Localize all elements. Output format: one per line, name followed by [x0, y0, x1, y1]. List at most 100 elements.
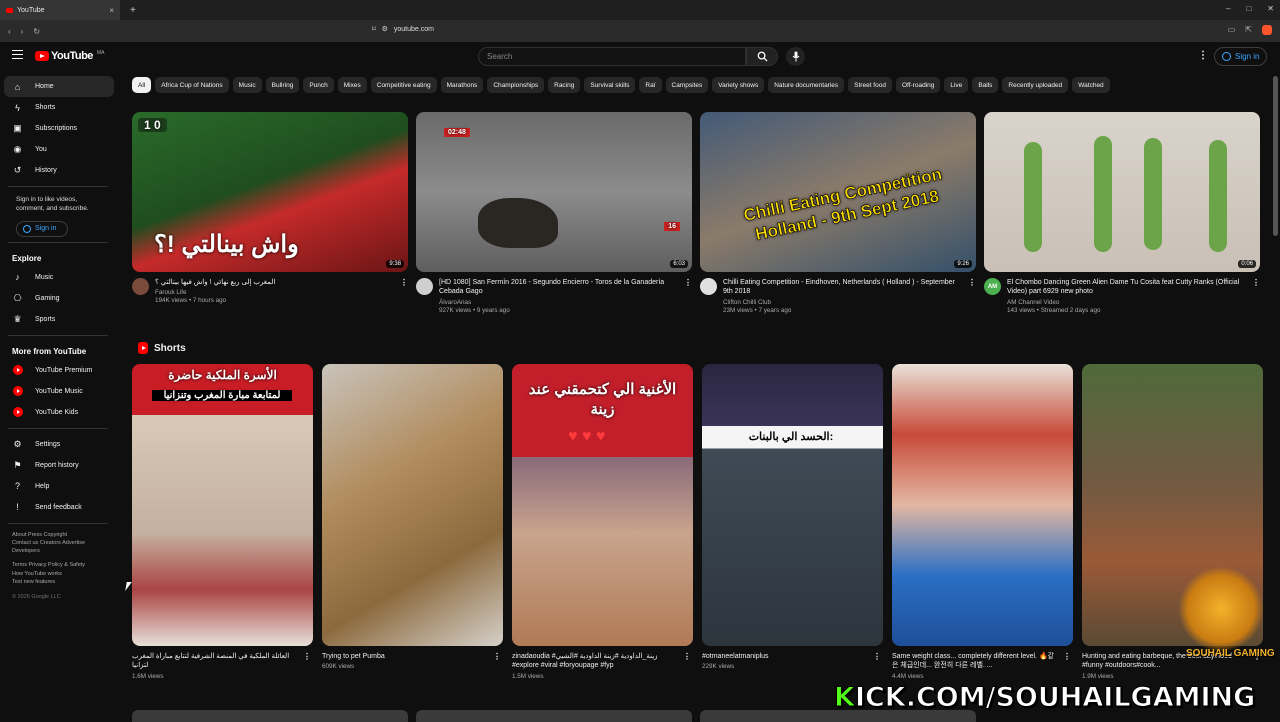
short-title[interactable]: العائلة الملكية في المنصة الشرفية لتتابع… — [132, 653, 289, 669]
footer-link-row[interactable]: About Press Copyright — [12, 531, 106, 539]
share-icon[interactable]: ⇱ — [1245, 25, 1252, 35]
minimize-button[interactable]: – — [1226, 4, 1230, 13]
tab-close-button[interactable]: × — [109, 6, 114, 15]
chip[interactable]: Nature documentaries — [768, 77, 845, 93]
video-thumbnail[interactable] — [416, 710, 692, 722]
sidebar-item-youtube-music[interactable]: YouTube Music — [4, 381, 114, 402]
chip[interactable]: Africa Cup of Nations — [155, 77, 229, 93]
more-actions-icon[interactable]: ⋮ — [400, 278, 408, 287]
chip[interactable]: Marathons — [440, 77, 484, 93]
channel-name[interactable]: AM Channel Video — [1007, 299, 1260, 306]
chip[interactable]: Campsites — [665, 77, 709, 93]
url-field[interactable]: ⌑ ⚙ youtube.com — [372, 25, 434, 34]
page-scrollbar[interactable] — [1273, 76, 1278, 236]
sidebar-item-history[interactable]: ↺ History — [4, 160, 114, 181]
short-title[interactable]: Trying to pet Pumba — [322, 653, 385, 660]
video-title[interactable]: المغرب إلى ربع نهائي ! واش فيها بينالتي … — [155, 278, 408, 287]
sidebar-item-home[interactable]: ⌂ Home — [4, 76, 114, 97]
settings-more-icon[interactable]: ⋮ — [1198, 50, 1208, 61]
channel-avatar[interactable] — [416, 278, 433, 295]
chip[interactable]: Championships — [487, 77, 545, 93]
sign-in-button[interactable]: Sign in — [1214, 47, 1268, 66]
short-card[interactable]: Trying to pet Pumba ⋮ 609K views — [322, 364, 503, 680]
footer-link-row[interactable]: Developers — [12, 547, 106, 555]
bookmark-icon[interactable]: ⌑ — [372, 25, 376, 33]
chip[interactable]: Racing — [548, 77, 581, 93]
video-thumbnail[interactable]: 1 0 واش بينالتي !؟ 9:38 — [132, 112, 408, 272]
short-card[interactable]: الأسرة الملكية حاضرة لمتابعة مبارة المغر… — [132, 364, 313, 680]
brave-shield-icon[interactable] — [1262, 25, 1272, 35]
more-actions-icon[interactable]: ⋮ — [493, 652, 501, 663]
more-actions-icon[interactable]: ⋮ — [684, 278, 692, 287]
sidebar-item-youtube-kids[interactable]: YouTube Kids — [4, 402, 114, 423]
video-thumbnail[interactable]: Chilli Eating Competition Holland - 9th … — [700, 112, 976, 272]
short-card[interactable]: الحسد الي بالبنات: #otmaneelatmaniplus ⋮ … — [702, 364, 883, 680]
voice-search-button[interactable] — [786, 47, 805, 66]
short-card[interactable]: Same weight class... completely differen… — [892, 364, 1073, 680]
chip[interactable]: Bullring — [265, 77, 300, 93]
video-thumbnail[interactable]: 02:48 16 6:03 — [416, 112, 692, 272]
chip[interactable]: Competitive eating — [370, 77, 437, 93]
search-input[interactable]: Search — [478, 47, 746, 66]
sidebar-sign-in-button[interactable]: Sign in — [16, 220, 68, 237]
sidebar-item-sports[interactable]: ♛ Sports — [4, 309, 114, 330]
chip[interactable]: Off-roading — [895, 77, 941, 93]
more-actions-icon[interactable]: ⋮ — [1252, 278, 1260, 287]
short-title[interactable]: Same weight class... completely differen… — [892, 653, 1054, 669]
more-actions-icon[interactable]: ⋮ — [873, 652, 881, 663]
chip[interactable]: Variety shows — [712, 77, 765, 93]
chip[interactable]: Mixes — [337, 77, 367, 93]
sidebar-item-help[interactable]: ? Help — [4, 476, 114, 497]
cast-icon[interactable]: ▭ — [1228, 25, 1236, 35]
sidebar-item-music[interactable]: ♪ Music — [4, 267, 114, 288]
video-title[interactable]: El Chombo Dancing Green Alien Dame Tu Co… — [1007, 278, 1260, 297]
video-thumbnail[interactable] — [132, 710, 408, 722]
video-card[interactable]: Chilli Eating Competition Holland - 9th … — [700, 112, 976, 314]
channel-avatar[interactable]: AM — [984, 278, 1001, 295]
chip[interactable]: Raï — [639, 77, 662, 93]
site-info-icon[interactable]: ⚙ — [382, 25, 388, 33]
channel-avatar[interactable] — [132, 278, 149, 295]
channel-name[interactable]: ÁlvaroArias — [439, 299, 692, 306]
video-card[interactable]: 0:06 AM El Chombo Dancing Green Alien Da… — [984, 112, 1260, 314]
sidebar-item-shorts[interactable]: ϟ Shorts — [4, 97, 114, 118]
video-title[interactable]: Chilli Eating Competition - Eindhoven, N… — [723, 278, 976, 297]
short-thumbnail[interactable] — [322, 364, 503, 646]
short-thumbnail[interactable] — [892, 364, 1073, 646]
new-tab-button[interactable]: + — [130, 5, 136, 16]
youtube-logo[interactable]: YouTube MA — [35, 50, 104, 62]
sidebar-item-youtube-premium[interactable]: YouTube Premium — [4, 360, 114, 381]
short-thumbnail[interactable]: الأغنية الي كتحمقني عند زينة ♥ ♥ ♥ — [512, 364, 693, 646]
sidebar-item-gaming[interactable]: ⎔ Gaming — [4, 288, 114, 309]
window-close-button[interactable]: ✕ — [1267, 4, 1274, 13]
video-card[interactable]: 1 0 واش بينالتي !؟ 9:38 المغرب إلى ربع ن… — [132, 112, 408, 314]
more-actions-icon[interactable]: ⋮ — [303, 652, 311, 663]
video-card[interactable]: 02:48 16 6:03 [HD 1080] San Fermín 2016 … — [416, 112, 692, 314]
sidebar-item-you[interactable]: ◉ You — [4, 139, 114, 160]
short-title[interactable]: #otmaneelatmaniplus — [702, 653, 769, 660]
reload-icon[interactable]: ↻ — [33, 27, 40, 36]
sidebar-item-send-feedback[interactable]: ! Send feedback — [4, 497, 114, 518]
chip[interactable]: All — [132, 77, 152, 93]
footer-link-row[interactable]: Test new features — [12, 578, 106, 586]
video-thumbnail[interactable]: 0:06 — [984, 112, 1260, 272]
chip[interactable]: Live — [944, 77, 969, 93]
chip[interactable]: Balls — [972, 77, 999, 93]
more-actions-icon[interactable]: ⋮ — [968, 278, 976, 287]
chip[interactable]: Punch — [303, 77, 334, 93]
short-card[interactable]: الأغنية الي كتحمقني عند زينة ♥ ♥ ♥ zinad… — [512, 364, 693, 680]
menu-icon[interactable] — [12, 50, 23, 59]
short-thumbnail[interactable]: الحسد الي بالبنات: — [702, 364, 883, 646]
forward-icon[interactable]: › — [21, 27, 24, 36]
search-button[interactable] — [746, 47, 778, 66]
chip[interactable]: Recently uploaded — [1002, 77, 1069, 93]
more-actions-icon[interactable]: ⋮ — [683, 652, 691, 663]
chip[interactable]: Music — [232, 77, 262, 93]
footer-link-row[interactable]: How YouTube works — [12, 570, 106, 578]
footer-link-row[interactable]: Terms Privacy Policy & Safety — [12, 561, 106, 569]
browser-tab[interactable]: YouTube × — [0, 0, 120, 20]
channel-name[interactable]: Farouk Life — [155, 289, 408, 296]
footer-link-row[interactable]: Contact us Creators Advertise — [12, 539, 106, 547]
sidebar-item-report-history[interactable]: ⚑ Report history — [4, 455, 114, 476]
maximize-button[interactable]: □ — [1246, 4, 1251, 13]
